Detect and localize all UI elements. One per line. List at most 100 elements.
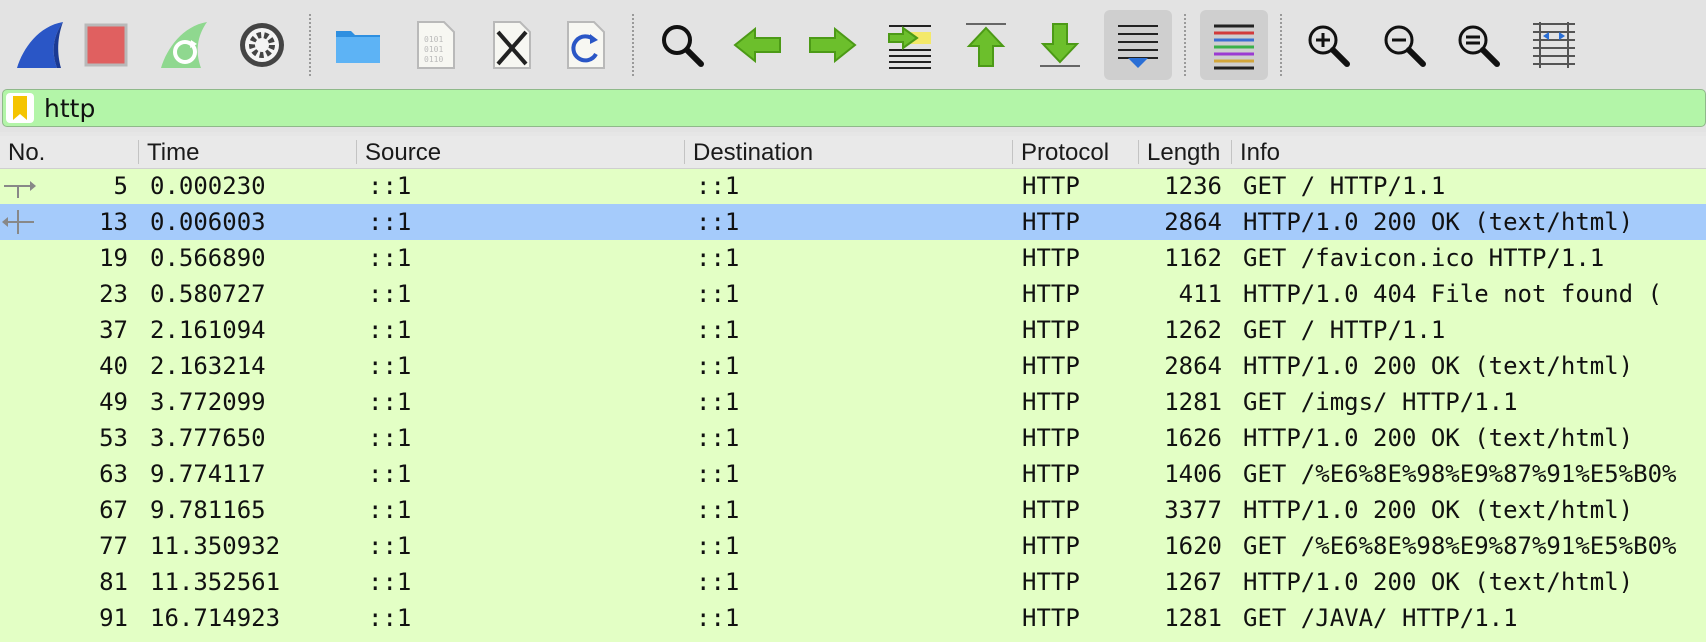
cell-no: 77 <box>99 532 128 560</box>
svg-text:0101: 0101 <box>424 45 443 54</box>
capture-options-icon[interactable] <box>228 10 296 80</box>
column-header-protocol[interactable]: Protocol <box>1013 136 1138 168</box>
cell-length: 3377 <box>1164 496 1222 524</box>
cell-time: 3.772099 <box>150 388 266 416</box>
cell-time: 0.000230 <box>150 172 266 200</box>
reload-file-icon[interactable] <box>552 10 620 80</box>
cell-protocol: HTTP <box>1022 316 1080 344</box>
cell-source: ::1 <box>368 496 412 524</box>
cell-source: ::1 <box>368 244 412 272</box>
go-to-packet-icon[interactable] <box>876 10 944 80</box>
cell-time: 9.774117 <box>150 460 266 488</box>
svg-text:0101: 0101 <box>424 35 443 44</box>
cell-source: ::1 <box>368 532 412 560</box>
packet-row[interactable]: 37 2.161094::1::1 HTTP 1262 GET / HTTP/1.1 <box>0 312 1706 348</box>
cell-info: GET /imgs/ HTTP/1.1 <box>1243 388 1518 416</box>
cell-destination: ::1 <box>696 532 740 560</box>
column-header-time[interactable]: Time <box>139 136 356 168</box>
stop-capture-icon[interactable] <box>72 10 140 80</box>
cell-info: GET /%E6%8E%98%E9%87%91%E5%B0% <box>1243 460 1677 488</box>
cell-length: 1267 <box>1164 568 1222 596</box>
column-header-info[interactable]: Info <box>1232 136 1706 168</box>
packet-row[interactable]: 81 11.352561::1::1 HTTP 1267 HTTP/1.0 200 OK… <box>0 564 1706 600</box>
cell-length: 2864 <box>1164 352 1222 380</box>
cell-no: 81 <box>99 568 128 596</box>
packet-row[interactable]: 19 0.566890::1::1 HTTP 1162 GET /favicon.ico… <box>0 240 1706 276</box>
bookmark-icon[interactable] <box>6 93 34 123</box>
last-packet-icon[interactable] <box>1026 10 1094 80</box>
open-file-icon[interactable] <box>324 10 392 80</box>
cell-info: GET /%E6%8E%98%E9%87%91%E5%B0% <box>1243 532 1677 560</box>
packet-row[interactable]: 77 11.350932::1::1 HTTP 1620 GET /%E6%8E%98%… <box>0 528 1706 564</box>
column-header-source[interactable]: Source <box>357 136 684 168</box>
cell-length: 1281 <box>1164 604 1222 632</box>
colorize-icon[interactable] <box>1200 10 1268 80</box>
packet-row[interactable]: 67 9.781165::1::1 HTTP 3377 HTTP/1.0 200 OK … <box>0 492 1706 528</box>
cell-time: 9.781165 <box>150 496 266 524</box>
close-file-icon[interactable] <box>478 10 546 80</box>
cell-time: 0.006003 <box>150 208 266 236</box>
cell-source: ::1 <box>368 352 412 380</box>
cell-time: 11.352561 <box>150 568 281 596</box>
cell-length: 411 <box>1178 280 1222 308</box>
packet-row[interactable]: 91 16.714923::1::1 HTTP 1281 GET /JAVA/ HTTP… <box>0 600 1706 636</box>
cell-source: ::1 <box>368 460 412 488</box>
cell-destination: ::1 <box>696 568 740 596</box>
cell-destination: ::1 <box>696 496 740 524</box>
cell-protocol: HTTP <box>1022 604 1080 632</box>
restart-capture-icon[interactable] <box>150 10 218 80</box>
cell-protocol: HTTP <box>1022 208 1080 236</box>
zoom-out-icon[interactable] <box>1370 10 1438 80</box>
save-file-icon[interactable]: 0101 0101 0110 <box>402 10 470 80</box>
cell-length: 1262 <box>1164 316 1222 344</box>
display-filter-input[interactable]: http <box>2 89 1706 127</box>
cell-info: GET /favicon.ico HTTP/1.1 <box>1243 244 1605 272</box>
cell-destination: ::1 <box>696 316 740 344</box>
start-capture-icon[interactable] <box>6 10 74 80</box>
cell-length: 1620 <box>1164 532 1222 560</box>
packet-row[interactable]: 63 9.774117::1::1 HTTP 1406 GET /%E6%8E%98%E… <box>0 456 1706 492</box>
cell-info: HTTP/1.0 200 OK (text/html) <box>1243 424 1634 452</box>
auto-scroll-icon[interactable] <box>1104 10 1172 80</box>
go-forward-icon[interactable] <box>798 10 866 80</box>
cell-source: ::1 <box>368 604 412 632</box>
packet-list: No. Time Source Destination Protocol Len… <box>0 136 1706 642</box>
cell-protocol: HTTP <box>1022 496 1080 524</box>
column-header-length[interactable]: Length <box>1139 136 1231 168</box>
packet-row[interactable]: 49 3.772099::1::1 HTTP 1281 GET /imgs/ HTTP/… <box>0 384 1706 420</box>
packet-row[interactable]: 23 0.580727::1::1 HTTP 411 HTTP/1.0 404 File… <box>0 276 1706 312</box>
cell-protocol: HTTP <box>1022 244 1080 272</box>
go-back-icon[interactable] <box>724 10 792 80</box>
resize-columns-icon[interactable] <box>1520 10 1588 80</box>
cell-info: HTTP/1.0 404 File not found ( <box>1243 280 1663 308</box>
cell-no: 91 <box>99 604 128 632</box>
find-packet-icon[interactable] <box>648 10 716 80</box>
packet-row[interactable]: 53 3.777650::1::1 HTTP 1626 HTTP/1.0 200 OK … <box>0 420 1706 456</box>
cell-source: ::1 <box>368 172 412 200</box>
packet-row[interactable]: 5 0.000230::1::1 HTTP 1236 GET / HTTP/1.1 <box>0 168 1706 204</box>
packet-row[interactable]: 13 0.006003::1::1 HTTP 2864 HTTP/1.0 200 OK … <box>0 204 1706 240</box>
cell-source: ::1 <box>368 280 412 308</box>
cell-protocol: HTTP <box>1022 280 1080 308</box>
first-packet-icon[interactable] <box>952 10 1020 80</box>
column-header-destination[interactable]: Destination <box>685 136 1012 168</box>
main-toolbar: 0101 0101 0110 <box>0 0 1706 88</box>
zoom-in-icon[interactable] <box>1294 10 1362 80</box>
cell-protocol: HTTP <box>1022 460 1080 488</box>
cell-source: ::1 <box>368 388 412 416</box>
normal-size-icon[interactable] <box>1444 10 1512 80</box>
cell-info: HTTP/1.0 200 OK (text/html) <box>1243 352 1634 380</box>
cell-no: 40 <box>99 352 128 380</box>
cell-destination: ::1 <box>696 604 740 632</box>
display-filter-bar: http <box>0 88 1706 132</box>
cell-destination: ::1 <box>696 460 740 488</box>
column-header-no[interactable]: No. <box>0 136 138 168</box>
display-filter-text[interactable]: http <box>44 90 95 128</box>
cell-source: ::1 <box>368 424 412 452</box>
cell-no: 19 <box>99 244 128 272</box>
packet-row[interactable]: 40 2.163214::1::1 HTTP 2864 HTTP/1.0 200 OK … <box>0 348 1706 384</box>
cell-no: 37 <box>99 316 128 344</box>
cell-length: 2864 <box>1164 208 1222 236</box>
cell-protocol: HTTP <box>1022 172 1080 200</box>
cell-destination: ::1 <box>696 208 740 236</box>
